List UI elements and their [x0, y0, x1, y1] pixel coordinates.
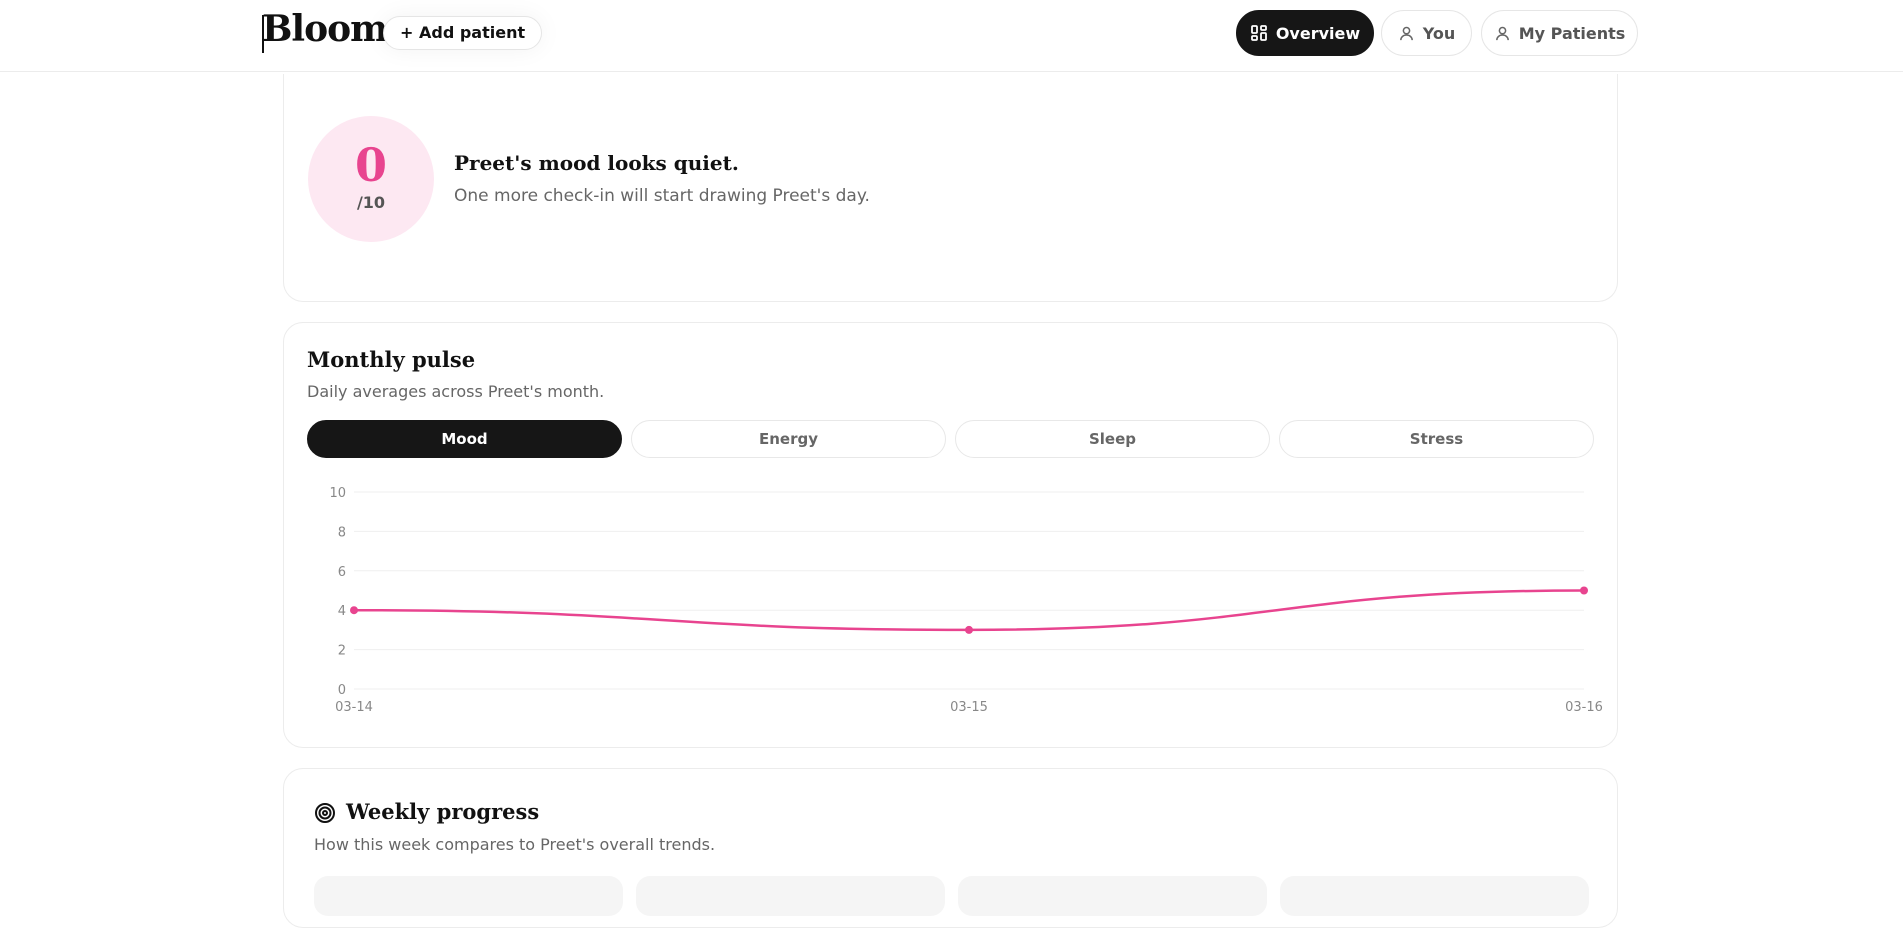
metric-tile[interactable] — [314, 876, 623, 916]
mood-score-scale: /10 — [356, 193, 386, 212]
weekly-progress-card: Weekly progress How this week compares t… — [283, 768, 1618, 928]
x-tick-label: 03-16 — [1565, 700, 1603, 715]
metric-tile[interactable] — [636, 876, 945, 916]
user-icon — [1398, 25, 1415, 42]
top-header: Bloom + Add patient Overview You My Pati… — [0, 0, 1903, 72]
monthly-pulse-card: Monthly pulse Daily averages across Pree… — [283, 322, 1618, 748]
y-tick-label: 10 — [329, 486, 346, 501]
y-tick-label: 0 — [338, 683, 346, 698]
mood-summary-subtitle: One more check-in will start drawing Pre… — [454, 186, 870, 206]
mood-score-value: 0 — [354, 138, 387, 192]
mood-score-badge: 0 /10 — [308, 116, 434, 242]
data-point — [965, 625, 973, 634]
x-tick-label: 03-15 — [950, 700, 988, 715]
x-tick-label: 03-14 — [335, 700, 373, 715]
mood-summary-title: Preet's mood looks quiet. — [454, 151, 739, 175]
nav-you-label: You — [1422, 23, 1456, 43]
nav-you[interactable]: You — [1381, 10, 1472, 56]
y-tick-label: 6 — [338, 565, 346, 580]
metric-tile[interactable] — [958, 876, 1267, 916]
y-tick-label: 8 — [338, 525, 346, 540]
dashboard-icon — [1250, 24, 1268, 42]
nav-my-patients-label: My Patients — [1518, 23, 1626, 43]
data-point — [350, 606, 358, 615]
nav-overview[interactable]: Overview — [1236, 10, 1374, 56]
app-logo[interactable]: Bloom — [262, 8, 388, 50]
nav-overview-label: Overview — [1275, 23, 1361, 43]
nav-my-patients[interactable]: My Patients — [1481, 10, 1638, 56]
user-icon — [1494, 25, 1511, 42]
metric-tile[interactable] — [1280, 876, 1589, 916]
mood-summary-card: 0 /10 Preet's mood looks quiet. One more… — [283, 74, 1618, 302]
add-patient-button[interactable]: + Add patient — [383, 16, 543, 50]
weekly-progress-subtitle: How this week compares to Preet's overal… — [314, 835, 716, 854]
target-icon — [314, 802, 336, 828]
y-tick-label: 2 — [338, 644, 346, 659]
weekly-progress-title: Weekly progress — [346, 799, 540, 824]
y-tick-label: 4 — [338, 604, 346, 619]
data-point — [1580, 586, 1588, 595]
mood-line-chart: 0 2 4 6 8 10 03-14 03-15 03-16 — [329, 486, 1603, 715]
